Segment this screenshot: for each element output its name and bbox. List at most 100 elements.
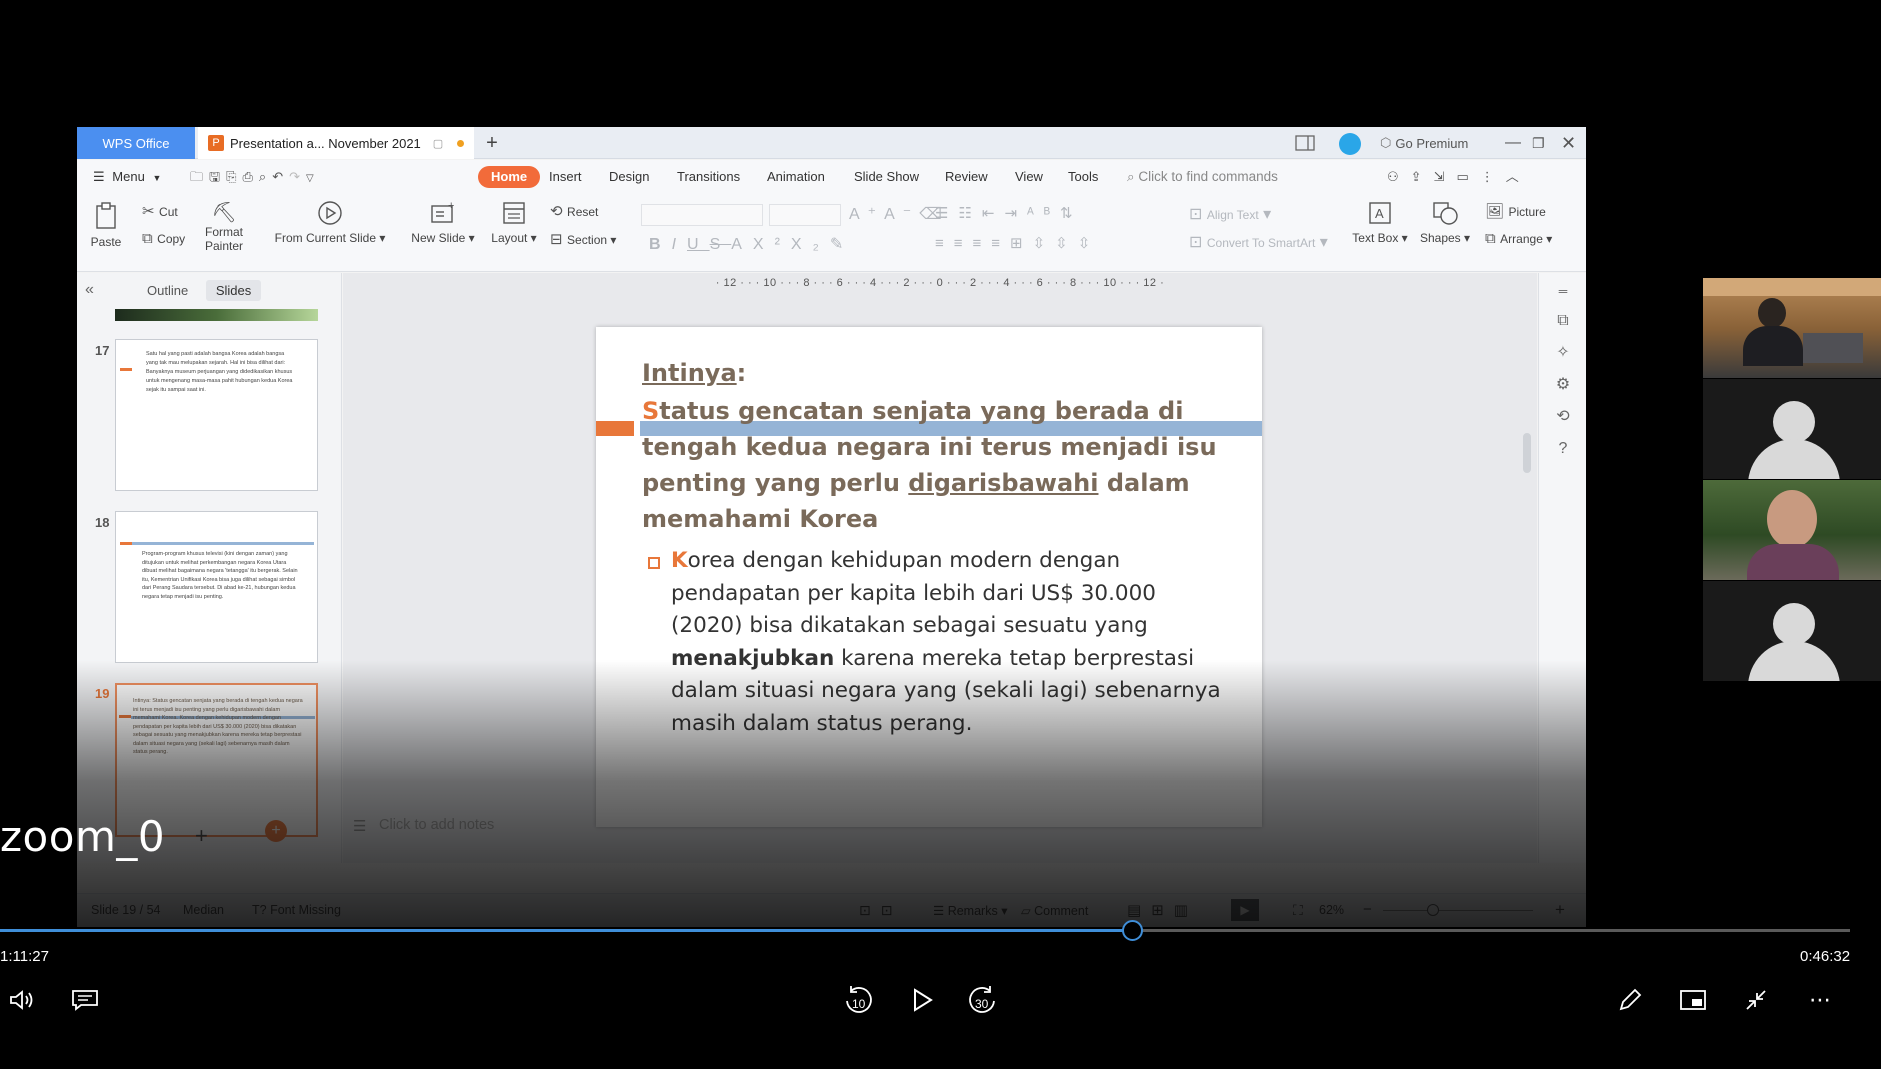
participant-video-4[interactable] xyxy=(1703,581,1881,681)
slide-thumbnail-18[interactable]: Program-program khusus televisi (kini de… xyxy=(115,511,318,663)
mini-view-button[interactable] xyxy=(1675,982,1711,1018)
tab-design[interactable]: Design xyxy=(609,166,649,188)
shapes-button[interactable]: Shapes ▾ xyxy=(1417,200,1473,245)
from-current-slide-button[interactable]: From Current Slide ▾ xyxy=(270,200,390,245)
find-commands-search[interactable]: ⌕ Click to find commands xyxy=(1127,166,1278,188)
seek-bar-handle[interactable] xyxy=(1122,920,1144,941)
list-buttons[interactable]: ☰☷⇤⇥ᴬᴮ⇅ xyxy=(935,204,1083,222)
volume-button[interactable] xyxy=(4,982,40,1018)
thumbnail-16-partial[interactable] xyxy=(115,309,318,321)
tab-slide-show[interactable]: Slide Show xyxy=(854,166,919,188)
font-family-select[interactable] xyxy=(641,204,763,226)
underline-icon[interactable]: U xyxy=(687,236,710,253)
reset-button[interactable]: ⟲ Reset xyxy=(550,202,598,221)
section-button[interactable]: ⊟ Section ▾ xyxy=(550,230,616,249)
main-statement[interactable]: Status gencatan senjata yang berada di t… xyxy=(642,393,1252,537)
go-premium-button[interactable]: ⬡ Go Premium xyxy=(1380,132,1468,154)
paste-button[interactable]: Paste xyxy=(89,202,123,249)
properties-icon[interactable]: ⚙ xyxy=(1553,375,1573,395)
zoom-slider[interactable] xyxy=(1383,910,1533,911)
user-avatar[interactable] xyxy=(1339,133,1361,155)
collapse-panel-icon[interactable]: « xyxy=(85,281,94,299)
new-tab-button[interactable]: + xyxy=(480,131,504,155)
tab-tools[interactable]: Tools xyxy=(1068,166,1098,188)
skip-forward-button[interactable]: 30 xyxy=(965,982,1001,1018)
theme-name[interactable]: Median xyxy=(183,903,224,917)
format-icon[interactable]: ⎘ xyxy=(226,169,242,184)
customize-icon[interactable]: ▽ xyxy=(306,173,320,184)
fit-window-icon[interactable]: ⛶ xyxy=(1293,902,1303,919)
reading-mode-icon[interactable] xyxy=(1295,132,1315,154)
participant-video-3[interactable] xyxy=(1703,480,1881,580)
picture-button[interactable]: 🖼 Picture xyxy=(1485,202,1546,221)
annotate-button[interactable] xyxy=(1612,982,1648,1018)
cut-button[interactable]: ✂ Cut xyxy=(142,202,178,221)
more-options-icon[interactable]: ⋯ xyxy=(1802,982,1838,1018)
add-slide-after-icon[interactable]: + xyxy=(265,820,287,842)
current-slide[interactable]: Intinya: Status gencatan senjata yang be… xyxy=(596,327,1262,827)
zoom-level[interactable]: 62% xyxy=(1319,903,1344,917)
more-icon[interactable]: ⋮ xyxy=(1481,169,1506,184)
redo-icon[interactable]: ↷ xyxy=(289,169,306,184)
zoom-slider-handle[interactable] xyxy=(1427,904,1439,916)
arrange-button[interactable]: ⧉ Arrange ▾ xyxy=(1485,230,1552,248)
export-icon[interactable]: ⇲ xyxy=(1434,169,1457,184)
undo-icon[interactable]: ↶ xyxy=(272,169,289,184)
preview-icon[interactable]: ⌕ xyxy=(259,169,272,184)
slide-transition-icon[interactable]: ⧉ xyxy=(1553,311,1573,331)
tab-slides[interactable]: Slides xyxy=(205,280,262,301)
highlight-icon[interactable]: ✎ xyxy=(830,236,854,253)
exit-fullscreen-button[interactable] xyxy=(1738,982,1774,1018)
view-mode-buttons[interactable]: ▤⊞▥ xyxy=(1127,901,1198,919)
tab-transitions[interactable]: Transitions xyxy=(677,166,740,188)
play-slideshow-icon[interactable]: ▶ xyxy=(1231,899,1259,921)
comment-button[interactable]: ▱ Comment xyxy=(1021,903,1088,918)
font-style-buttons[interactable]: BIUSAX²X₂✎ xyxy=(649,234,854,254)
captions-button[interactable] xyxy=(67,982,103,1018)
participant-video-2[interactable] xyxy=(1703,379,1881,479)
restore-button[interactable]: ❐ xyxy=(1532,132,1545,154)
align-text-button[interactable]: ⊡ Align Text ▾ xyxy=(1189,204,1271,224)
italic-icon[interactable]: I xyxy=(672,236,687,253)
open-folder-icon[interactable]: 🗀 xyxy=(190,169,209,184)
remarks-button[interactable]: ☰ Remarks ▾ xyxy=(933,903,1007,918)
slide-thumbnail-17[interactable]: Satu hal yang pasti adalah bangsa Korea … xyxy=(115,339,318,491)
convert-smartart-button[interactable]: ⊡ Convert To SmartArt ▾ xyxy=(1189,232,1328,252)
copy-button[interactable]: ⧉ Copy xyxy=(142,230,185,248)
subscript-icon[interactable]: X₂ xyxy=(791,236,830,253)
close-button[interactable]: ✕ xyxy=(1561,132,1576,154)
seek-bar[interactable] xyxy=(0,920,1850,941)
notes-pane[interactable]: ☰ Click to add notes xyxy=(343,803,1537,863)
collapse-ribbon-icon[interactable]: ︿ xyxy=(1506,169,1531,184)
font-missing-button[interactable]: T? Font Missing xyxy=(252,903,341,917)
tab-review[interactable]: Review xyxy=(945,166,988,188)
zoom-in-icon[interactable]: + xyxy=(1555,900,1565,920)
history-icon[interactable]: ⟲ xyxy=(1553,407,1573,427)
layout-button[interactable]: Layout ▾ xyxy=(488,200,540,245)
text-box-button[interactable]: A Text Box ▾ xyxy=(1350,200,1410,245)
help-icon[interactable]: ? xyxy=(1553,439,1573,459)
minimize-button[interactable]: — xyxy=(1505,132,1521,154)
tab-outline[interactable]: Outline xyxy=(147,283,188,298)
tab-animation[interactable]: Animation xyxy=(767,166,825,188)
quick-access-toolbar[interactable]: 🗀🖫⎘⎙⌕↶↷▽ xyxy=(190,166,320,188)
share-icon[interactable]: ⇪ xyxy=(1411,169,1434,184)
wps-office-tab[interactable]: WPS Office xyxy=(77,127,195,159)
play-button[interactable] xyxy=(904,982,940,1018)
new-slide-button[interactable]: + New Slide ▾ xyxy=(410,200,476,245)
animation-icon[interactable]: ✧ xyxy=(1553,343,1573,363)
tab-view[interactable]: View xyxy=(1015,166,1043,188)
slide-sorter-icon[interactable]: ⊞ xyxy=(1151,902,1174,919)
format-painter-button[interactable]: ⛏ Format Painter xyxy=(201,200,247,253)
print-icon[interactable]: ⎙ xyxy=(243,169,259,184)
vertical-scrollbar[interactable] xyxy=(1523,433,1531,473)
strikethrough-icon[interactable]: S xyxy=(710,236,732,253)
participant-video-1[interactable] xyxy=(1703,278,1881,378)
comment-icon[interactable]: ▭ xyxy=(1456,169,1480,184)
save-icon[interactable]: 🖫 xyxy=(209,169,226,184)
font-color-icon[interactable]: A xyxy=(731,236,753,253)
share-toolbar[interactable]: ⚇⇪⇲▭⋮︿ xyxy=(1387,166,1531,188)
slide-heading[interactable]: Intinya: xyxy=(642,359,746,387)
skip-back-button[interactable]: 10 xyxy=(840,982,876,1018)
normal-view-icon[interactable]: ▤ xyxy=(1127,902,1151,919)
